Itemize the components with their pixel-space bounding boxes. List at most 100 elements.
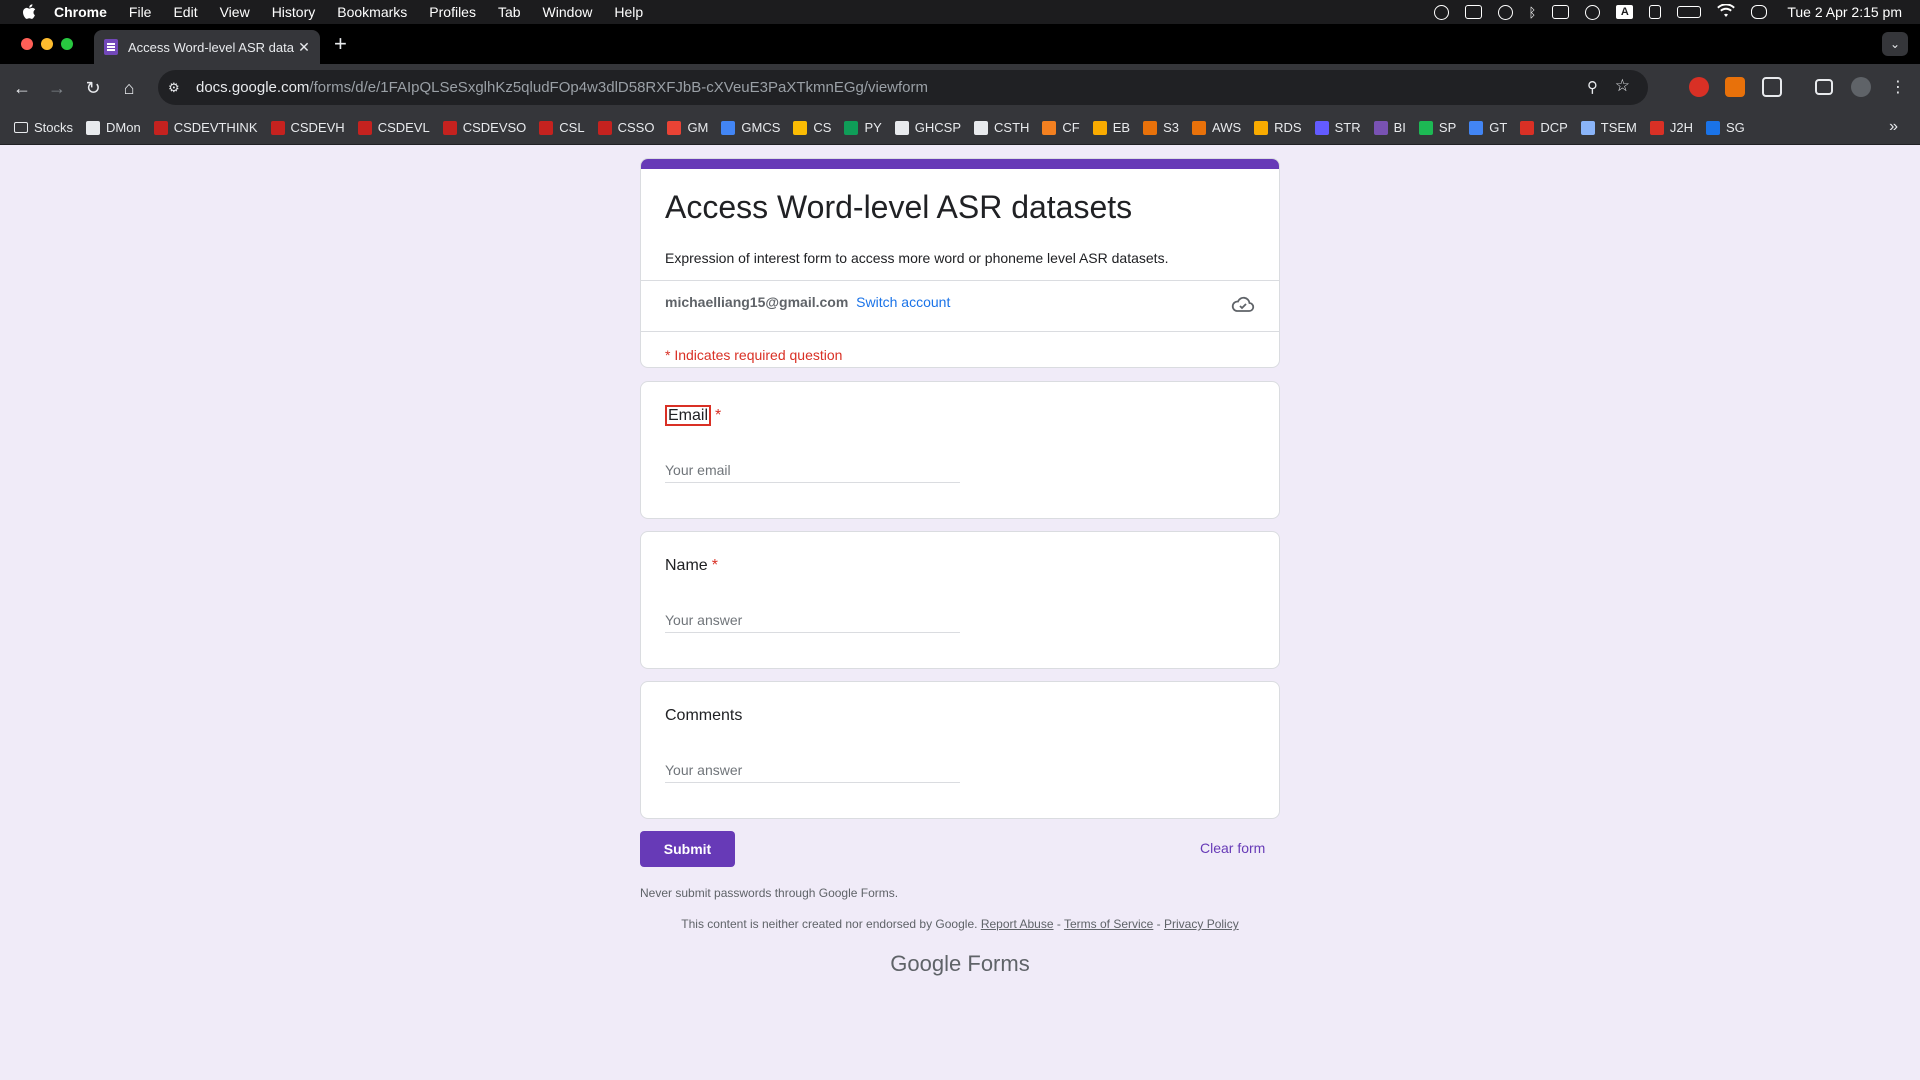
new-tab-button[interactable]: + [334, 33, 347, 55]
extension-fox-icon[interactable] [1725, 77, 1745, 97]
tab-strip: Access Word-level ASR datas ✕ + ⌄ [0, 24, 1920, 64]
menu-file[interactable]: File [129, 4, 152, 20]
bookmark-item[interactable]: TSEM [1580, 120, 1637, 135]
minimize-window-button[interactable] [41, 38, 53, 50]
bookmark-item[interactable]: EB [1092, 120, 1130, 135]
browser-tab-active[interactable]: Access Word-level ASR datas ✕ [94, 30, 320, 64]
back-icon[interactable]: ← [10, 76, 34, 100]
bookmark-item[interactable]: GHCSP [894, 120, 961, 135]
bookmark-label: GMCS [741, 120, 781, 135]
clear-form-button[interactable]: Clear form [1200, 840, 1265, 856]
name-input[interactable] [665, 608, 960, 633]
menu-window[interactable]: Window [543, 4, 593, 20]
bookmark-item[interactable]: CF [1042, 120, 1080, 135]
bookmark-item[interactable]: CSSO [597, 120, 655, 135]
close-tab-icon[interactable]: ✕ [294, 39, 314, 56]
menu-view[interactable]: View [220, 4, 250, 20]
bookmark-item[interactable]: RDS [1254, 120, 1302, 135]
bookmark-item[interactable]: STR [1314, 120, 1361, 135]
chrome-menu-icon[interactable]: ⋮ [1886, 76, 1910, 100]
address-bar[interactable]: ⚙ docs.google.com /forms/d/e/1FAIpQLSeSx… [158, 70, 1648, 105]
bookmark-item[interactable]: AWS [1192, 120, 1241, 135]
report-abuse-link[interactable]: Report Abuse [981, 917, 1054, 931]
reload-icon[interactable]: ↻ [81, 76, 105, 100]
bookmark-item[interactable]: CSDEVSO [442, 120, 526, 135]
keyboard-icon[interactable] [1552, 5, 1570, 19]
bookmark-item[interactable]: CSDEVL [357, 120, 430, 135]
side-panel-icon[interactable] [1815, 79, 1833, 95]
menu-bookmarks[interactable]: Bookmarks [337, 4, 407, 20]
extensions-puzzle-icon[interactable] [1762, 77, 1782, 97]
bookmark-item[interactable]: CS [793, 120, 831, 135]
document-icon[interactable] [1649, 5, 1662, 19]
bookmark-favicon-icon [153, 120, 168, 135]
bookmark-item[interactable]: GM [667, 120, 708, 135]
input-source-icon[interactable]: A [1616, 5, 1634, 19]
menu-profiles[interactable]: Profiles [429, 4, 476, 20]
bookmark-star-icon[interactable]: ☆ [1615, 76, 1630, 96]
bookmark-favicon-icon [844, 120, 859, 135]
bookmark-label: CSL [559, 120, 585, 135]
profile-avatar[interactable] [1851, 77, 1871, 97]
status-app-icon[interactable] [1433, 4, 1449, 20]
bookmark-item[interactable]: DCP [1520, 120, 1568, 135]
screen-mirroring-icon[interactable] [1464, 5, 1482, 19]
bookmark-favicon-icon [1314, 120, 1329, 135]
url-domain: docs.google.com [196, 79, 310, 96]
menu-history[interactable]: History [272, 4, 316, 20]
email-input[interactable] [665, 458, 960, 483]
menu-edit[interactable]: Edit [173, 4, 197, 20]
bookmark-item[interactable]: J2H [1649, 120, 1693, 135]
tab-search-button[interactable]: ⌄ [1882, 32, 1908, 56]
play-icon[interactable] [1497, 4, 1513, 20]
menu-help[interactable]: Help [614, 4, 643, 20]
submit-button[interactable]: Submit [640, 831, 735, 867]
disclaimer-text: This content is neither created nor endo… [681, 917, 978, 931]
apple-icon[interactable] [20, 3, 38, 21]
menubar-clock[interactable]: Tue 2 Apr 2:15 pm [1787, 4, 1902, 20]
bookmark-item[interactable]: GT [1469, 120, 1507, 135]
home-icon[interactable]: ⌂ [117, 76, 141, 100]
comments-input[interactable] [665, 758, 960, 783]
bookmark-item[interactable]: Stocks [14, 120, 73, 135]
bookmark-label: RDS [1274, 120, 1302, 135]
bookmark-item[interactable]: PY [844, 120, 882, 135]
bookmark-label: CS [813, 120, 832, 135]
forward-icon[interactable]: → [45, 76, 69, 100]
bluetooth-icon[interactable]: ᛒ [1529, 5, 1537, 20]
site-info-icon[interactable]: ⚙ [168, 80, 186, 96]
maximize-window-button[interactable] [61, 38, 73, 50]
close-window-button[interactable] [21, 38, 33, 50]
bookmark-label: CSSO [617, 120, 655, 135]
bookmark-item[interactable]: SP [1418, 120, 1456, 135]
bookmark-item[interactable]: CSL [539, 120, 585, 135]
bookmark-item[interactable]: CSDEVTHINK [153, 120, 258, 135]
battery-icon[interactable] [1677, 6, 1702, 18]
menu-app-chrome[interactable]: Chrome [54, 4, 107, 20]
bookmark-favicon-icon [1373, 120, 1388, 135]
bookmark-item[interactable]: S3 [1143, 120, 1179, 135]
time-machine-icon[interactable] [1585, 4, 1601, 20]
bookmark-item[interactable]: DMon [86, 120, 141, 135]
menu-tab[interactable]: Tab [498, 4, 521, 20]
bookmark-item[interactable]: CSDEVH [270, 120, 345, 135]
extension-red-icon[interactable] [1689, 77, 1709, 97]
terms-link[interactable]: Terms of Service [1064, 917, 1153, 931]
name-question-title: Name [665, 557, 708, 574]
wifi-icon[interactable] [1717, 2, 1736, 21]
bookmark-favicon-icon [721, 120, 736, 135]
privacy-link[interactable]: Privacy Policy [1164, 917, 1239, 931]
bookmark-item[interactable]: CSTH [974, 120, 1029, 135]
more-bookmarks-icon[interactable]: » [1889, 118, 1898, 136]
bookmark-item[interactable]: GMCS [721, 120, 780, 135]
bookmark-label: CF [1062, 120, 1080, 135]
bookmark-label: AWS [1212, 120, 1242, 135]
bookmark-favicon-icon [1042, 120, 1057, 135]
zoom-icon[interactable]: ⚲ [1587, 78, 1598, 96]
divider [641, 280, 1279, 281]
control-center-icon[interactable] [1751, 5, 1768, 19]
google-forms-logo[interactable]: Google Forms [0, 951, 1920, 977]
bookmark-item[interactable]: BI [1373, 120, 1406, 135]
switch-account-link[interactable]: Switch account [856, 294, 950, 310]
bookmark-item[interactable]: SG [1706, 120, 1745, 135]
